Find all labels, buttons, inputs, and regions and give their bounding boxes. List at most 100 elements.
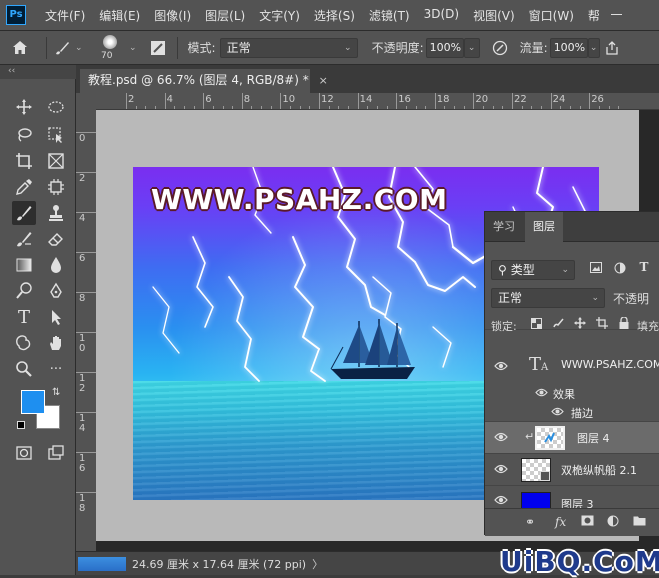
frame-tool-icon[interactable] — [44, 149, 68, 173]
smart-object-icon — [540, 471, 550, 481]
lock-transparent-icon[interactable] — [529, 318, 543, 332]
lock-artboard-icon[interactable] — [595, 317, 609, 332]
stroke-effect-eye-icon[interactable] — [551, 406, 564, 417]
stamp-tool-icon[interactable] — [44, 201, 68, 225]
stroke-effect-label: 描边 — [571, 407, 593, 420]
shape-tool-icon[interactable] — [12, 331, 36, 355]
layer-effect-stroke-row[interactable]: 描边 — [485, 402, 659, 422]
brush-tool-icon[interactable] — [12, 201, 36, 225]
opacity-field[interactable]: 100% — [425, 37, 464, 58]
eraser-tool-icon[interactable] — [44, 227, 68, 251]
gradient-tool-icon[interactable] — [12, 253, 36, 277]
sailing-ship-image — [330, 319, 415, 379]
blur-tool-icon[interactable] — [44, 253, 68, 277]
visibility-eye-icon[interactable] — [494, 463, 508, 475]
crop-tool-icon[interactable] — [12, 149, 36, 173]
layer-row-selected[interactable]: ↵ 图层 4 — [485, 422, 659, 454]
type-tool-icon[interactable]: T — [12, 305, 36, 329]
layer-row-fill[interactable]: 图层 3 — [485, 486, 659, 508]
status-menu-arrow-icon[interactable]: 〉 — [312, 556, 323, 572]
divider — [46, 36, 47, 59]
menu-filter[interactable]: 滤镜(T) — [362, 7, 417, 24]
menu-view[interactable]: 视图(V) — [466, 7, 522, 24]
visibility-eye-icon[interactable] — [494, 494, 508, 506]
effects-eye-icon[interactable] — [535, 387, 548, 398]
ruler-h-label: 14 — [359, 94, 373, 105]
move-tool-icon[interactable] — [12, 95, 36, 119]
object-selection-tool-icon[interactable] — [44, 123, 68, 147]
ruler-tick — [589, 93, 591, 109]
brush-preset-icon[interactable]: ⌄ — [53, 39, 93, 57]
visibility-eye-icon[interactable] — [494, 360, 508, 372]
brush-settings-icon[interactable] — [145, 40, 171, 56]
filter-type-icon[interactable]: T — [637, 260, 651, 274]
brush-size-chevron-icon[interactable]: ⌄ — [129, 43, 137, 53]
ruler-tick — [319, 93, 320, 109]
path-selection-tool-icon[interactable] — [44, 305, 68, 329]
add-mask-icon[interactable] — [581, 515, 594, 529]
watermark-logo: UiBQ.CoM — [500, 545, 659, 578]
pen-tool-icon[interactable] — [44, 279, 68, 303]
default-colors-icon[interactable] — [17, 421, 25, 429]
toolbar-collapse-button[interactable]: ‹‹ — [0, 65, 76, 79]
share-icon[interactable] — [603, 40, 621, 55]
ruler-tick — [434, 93, 436, 109]
frame-grid-tool-icon[interactable] — [44, 175, 68, 199]
ruler-h-label: 20 — [475, 94, 489, 105]
new-group-icon[interactable] — [633, 515, 646, 529]
layer-effects-row[interactable]: 效果 — [485, 384, 659, 402]
menu-window[interactable]: 窗口(W) — [522, 7, 581, 24]
visibility-eye-icon[interactable] — [494, 431, 508, 443]
zoom-tool-icon[interactable] — [12, 357, 36, 381]
more-tools-icon[interactable]: ··· — [44, 357, 68, 381]
lock-pixels-icon[interactable] — [551, 317, 565, 332]
layer-row-smart[interactable]: 双桅纵帆船 2.1 — [485, 454, 659, 486]
menu-layer[interactable]: 图层(L) — [198, 7, 252, 24]
swap-colors-icon[interactable]: ⇅ — [52, 387, 60, 398]
foreground-color-swatch[interactable] — [21, 390, 45, 414]
screen-mode-icon[interactable] — [44, 441, 68, 465]
link-layers-icon[interactable]: ⚭ — [525, 515, 535, 529]
tools-panel: T ··· ⇅ — [0, 79, 76, 575]
tab-layers[interactable]: 图层 — [525, 212, 563, 242]
hand-tool-icon[interactable] — [44, 331, 68, 355]
layer-name: 图层 3 — [561, 498, 594, 508]
menu-edit[interactable]: 编辑(E) — [92, 7, 147, 24]
menu-type[interactable]: 文字(Y) — [252, 7, 307, 24]
brush-size-picker[interactable]: 70 — [93, 33, 129, 63]
opacity-dropdown[interactable]: ⌄ — [463, 37, 480, 58]
lock-position-icon[interactable] — [573, 317, 587, 332]
layer-thumbnail — [521, 458, 551, 482]
pressure-opacity-icon[interactable] — [486, 40, 514, 56]
menu-select[interactable]: 选择(S) — [307, 7, 362, 24]
ruler-tick — [76, 492, 96, 493]
document-tab[interactable]: 教程.psd @ 66.7% (图层 4, RGB/8#) * × — [80, 69, 328, 93]
dodge-tool-icon[interactable] — [12, 279, 36, 303]
menu-image[interactable]: 图像(I) — [147, 7, 198, 24]
mode-select[interactable]: 正常 ⌄ — [219, 37, 358, 58]
marquee-tool-icon[interactable] — [44, 95, 68, 119]
document-tab-label: 教程.psd @ 66.7% (图层 4, RGB/8#) * — [88, 73, 309, 87]
brush-size-value: 70 — [101, 50, 113, 61]
eyedropper-tool-icon[interactable] — [12, 175, 36, 199]
close-tab-icon[interactable]: × — [319, 74, 328, 87]
tab-learn[interactable]: 学习 — [485, 212, 523, 242]
history-brush-tool-icon[interactable] — [12, 227, 36, 251]
lock-all-icon[interactable] — [617, 316, 631, 332]
flow-dropdown[interactable]: ⌄ — [587, 37, 600, 58]
menu-help[interactable]: 帮 — [581, 7, 607, 24]
new-adjustment-layer-icon[interactable] — [607, 515, 619, 530]
quick-mask-icon[interactable] — [12, 441, 36, 465]
flow-field[interactable]: 100% — [549, 37, 588, 58]
ruler-h-label: 6 — [205, 94, 212, 105]
menu-3d[interactable]: 3D(D) — [417, 7, 466, 24]
layer-row-text[interactable]: TA WWW.PSAHZ.COM — [485, 348, 659, 384]
layer-effects-icon[interactable]: fx — [555, 515, 566, 529]
home-icon[interactable] — [0, 31, 40, 65]
opacity-label: 不透明度: — [371, 41, 424, 55]
minimize-icon[interactable] — [607, 6, 627, 22]
ruler-v-label: 2 — [79, 173, 86, 184]
ruler-tick — [76, 412, 96, 413]
menu-file[interactable]: 文件(F) — [38, 7, 92, 24]
lasso-tool-icon[interactable] — [12, 123, 36, 147]
